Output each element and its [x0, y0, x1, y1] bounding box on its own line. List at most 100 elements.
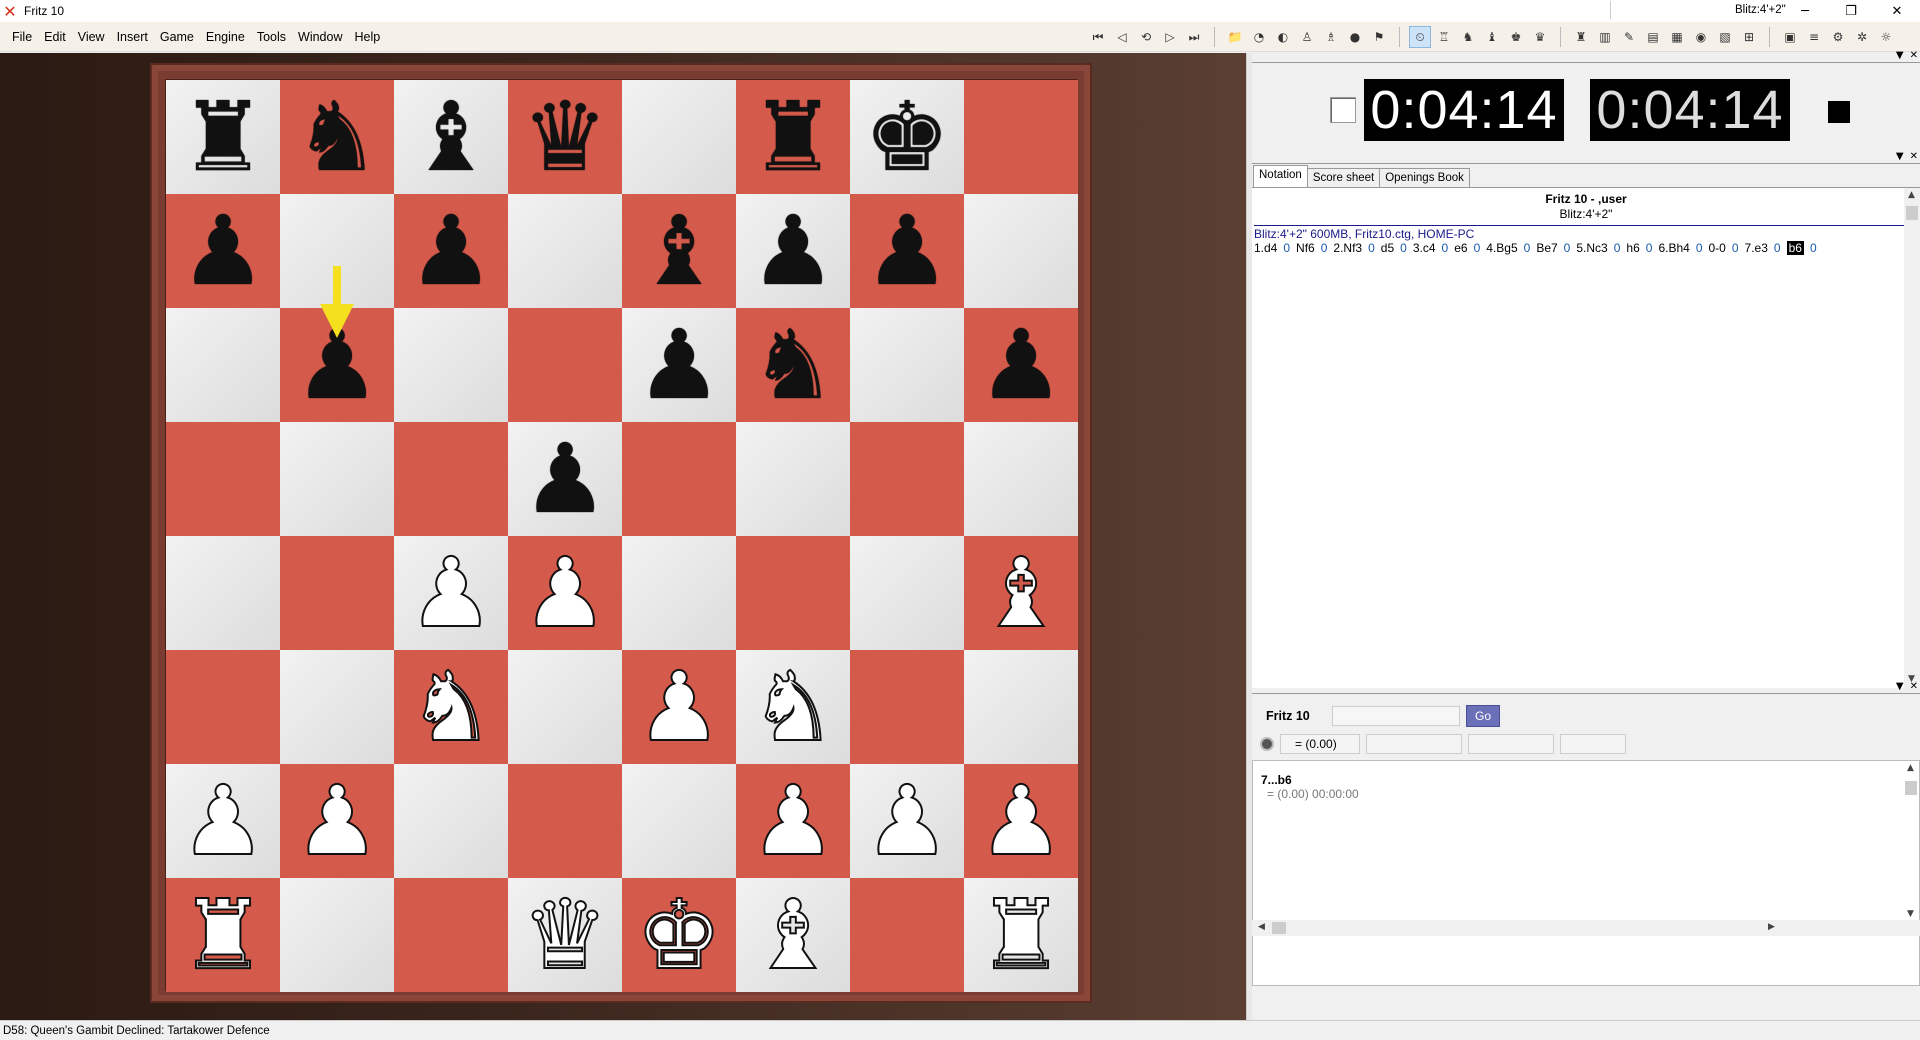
square-h6[interactable]: ♟	[964, 308, 1078, 422]
square-a1[interactable]: ♜	[166, 878, 280, 992]
move[interactable]: Be7	[1536, 241, 1557, 255]
square-a6[interactable]	[166, 308, 280, 422]
square-f1[interactable]: ♝	[736, 878, 850, 992]
square-b1[interactable]	[280, 878, 394, 992]
square-g3[interactable]	[850, 650, 964, 764]
square-a3[interactable]	[166, 650, 280, 764]
square-g2[interactable]: ♟	[850, 764, 964, 878]
prev-move-icon[interactable]: ◁	[1111, 26, 1133, 48]
square-b5[interactable]	[280, 422, 394, 536]
move[interactable]: 5.Nc3	[1576, 241, 1607, 255]
black-king-icon[interactable]: ♚	[864, 89, 950, 185]
square-e2[interactable]	[622, 764, 736, 878]
engine-status-icon[interactable]	[1260, 737, 1274, 751]
square-e4[interactable]	[622, 536, 736, 650]
square-a4[interactable]	[166, 536, 280, 650]
square-c3[interactable]: ♞	[394, 650, 508, 764]
white-pawn-icon[interactable]: ♟	[293, 772, 381, 870]
coin-icon[interactable]: ◐	[1272, 26, 1294, 48]
square-e3[interactable]: ♟	[622, 650, 736, 764]
menu-insert[interactable]: Insert	[111, 27, 154, 47]
square-c6[interactable]	[394, 308, 508, 422]
white-rook-icon[interactable]: ♜	[977, 886, 1065, 984]
square-f2[interactable]: ♟	[736, 764, 850, 878]
engine-icon[interactable]: ◔	[1248, 26, 1270, 48]
move[interactable]: 4.Bg5	[1486, 241, 1517, 255]
move[interactable]: Nf6	[1296, 241, 1315, 255]
square-e1[interactable]: ♚	[622, 878, 736, 992]
white-king-icon[interactable]: ♚	[635, 886, 723, 984]
engine-input-field[interactable]	[1332, 706, 1460, 726]
square-b4[interactable]	[280, 536, 394, 650]
white-bishop-icon[interactable]: ♝	[749, 886, 837, 984]
square-g6[interactable]	[850, 308, 964, 422]
white-knight-icon[interactable]: ♞	[749, 658, 837, 756]
square-e8[interactable]	[622, 80, 736, 194]
rook-icon[interactable]: ♖	[1433, 26, 1455, 48]
black-bishop-icon[interactable]: ♝	[636, 203, 722, 299]
scroll-up-arrow-icon[interactable]: ▲	[1908, 190, 1915, 200]
scroll-thumb[interactable]	[1272, 922, 1286, 934]
square-c1[interactable]	[394, 878, 508, 992]
square-c5[interactable]	[394, 422, 508, 536]
square-a7[interactable]: ♟	[166, 194, 280, 308]
square-c4[interactable]: ♟	[394, 536, 508, 650]
square-d8[interactable]: ♛	[508, 80, 622, 194]
square-g1[interactable]	[850, 878, 964, 992]
bishop-icon[interactable]: ♗	[1320, 26, 1342, 48]
menu-view[interactable]: View	[72, 27, 111, 47]
scroll-up-arrow-icon[interactable]: ▲	[1907, 763, 1914, 773]
black-pawn-icon[interactable]: ♟	[408, 203, 494, 299]
last-move-icon[interactable]: ⏭	[1183, 26, 1205, 48]
square-d1[interactable]: ♛	[508, 878, 622, 992]
square-g7[interactable]: ♟	[850, 194, 964, 308]
black-knight-icon[interactable]: ♞	[750, 317, 836, 413]
pane-menu-icon[interactable]: ▼	[1896, 50, 1904, 61]
knight-icon[interactable]: ♞	[1457, 26, 1479, 48]
square-c2[interactable]	[394, 764, 508, 878]
queen-icon[interactable]: ♛	[1529, 26, 1551, 48]
black-pawn-icon[interactable]: ♟	[978, 317, 1064, 413]
square-d5[interactable]: ♟	[508, 422, 622, 536]
square-b2[interactable]: ♟	[280, 764, 394, 878]
move[interactable]: b6	[1786, 241, 1804, 255]
window-icon[interactable]: ⊞	[1738, 26, 1760, 48]
pane-menu-icon[interactable]: ▼	[1896, 151, 1904, 162]
engine-vertical-scrollbar[interactable]: ▲ ▼	[1903, 761, 1919, 941]
square-d2[interactable]	[508, 764, 622, 878]
menu-tools[interactable]: Tools	[251, 27, 292, 47]
square-c7[interactable]: ♟	[394, 194, 508, 308]
square-h4[interactable]: ♝	[964, 536, 1078, 650]
scroll-thumb[interactable]	[1906, 206, 1918, 220]
book-icon[interactable]: ▥	[1594, 26, 1616, 48]
first-move-icon[interactable]: ⏮	[1087, 26, 1109, 48]
save-icon[interactable]: ▣	[1779, 26, 1801, 48]
square-a2[interactable]: ♟	[166, 764, 280, 878]
tab-openings-book[interactable]: Openings Book	[1379, 168, 1470, 187]
menu-game[interactable]: Game	[154, 27, 200, 47]
square-h2[interactable]: ♟	[964, 764, 1078, 878]
square-d6[interactable]	[508, 308, 622, 422]
square-a8[interactable]: ♜	[166, 80, 280, 194]
next-move-icon[interactable]: ▷	[1159, 26, 1181, 48]
white-pawn-icon[interactable]: ♟	[749, 772, 837, 870]
square-e7[interactable]: ♝	[622, 194, 736, 308]
square-a5[interactable]	[166, 422, 280, 536]
white-pawn-icon[interactable]: ♟	[179, 772, 267, 870]
bishop-icon[interactable]: ♝	[1481, 26, 1503, 48]
menu-window[interactable]: Window	[292, 27, 348, 47]
square-d7[interactable]	[508, 194, 622, 308]
white-pawn-icon[interactable]: ♟	[977, 772, 1065, 870]
ball-icon[interactable]: ◉	[1690, 26, 1712, 48]
pen-icon[interactable]: ✎	[1618, 26, 1640, 48]
open-folder-icon[interactable]: 📁	[1224, 26, 1246, 48]
black-pawn-icon[interactable]: ♟	[636, 317, 722, 413]
pane-close-icon[interactable]: ✕	[1910, 151, 1918, 162]
tools-icon[interactable]: ▧	[1714, 26, 1736, 48]
move[interactable]: h6	[1626, 241, 1639, 255]
black-pawn-icon[interactable]: ♟	[522, 431, 608, 527]
scroll-right-arrow-icon[interactable]: ▶	[1768, 922, 1775, 932]
square-f4[interactable]	[736, 536, 850, 650]
square-b3[interactable]	[280, 650, 394, 764]
black-bishop-icon[interactable]: ♝	[408, 89, 494, 185]
